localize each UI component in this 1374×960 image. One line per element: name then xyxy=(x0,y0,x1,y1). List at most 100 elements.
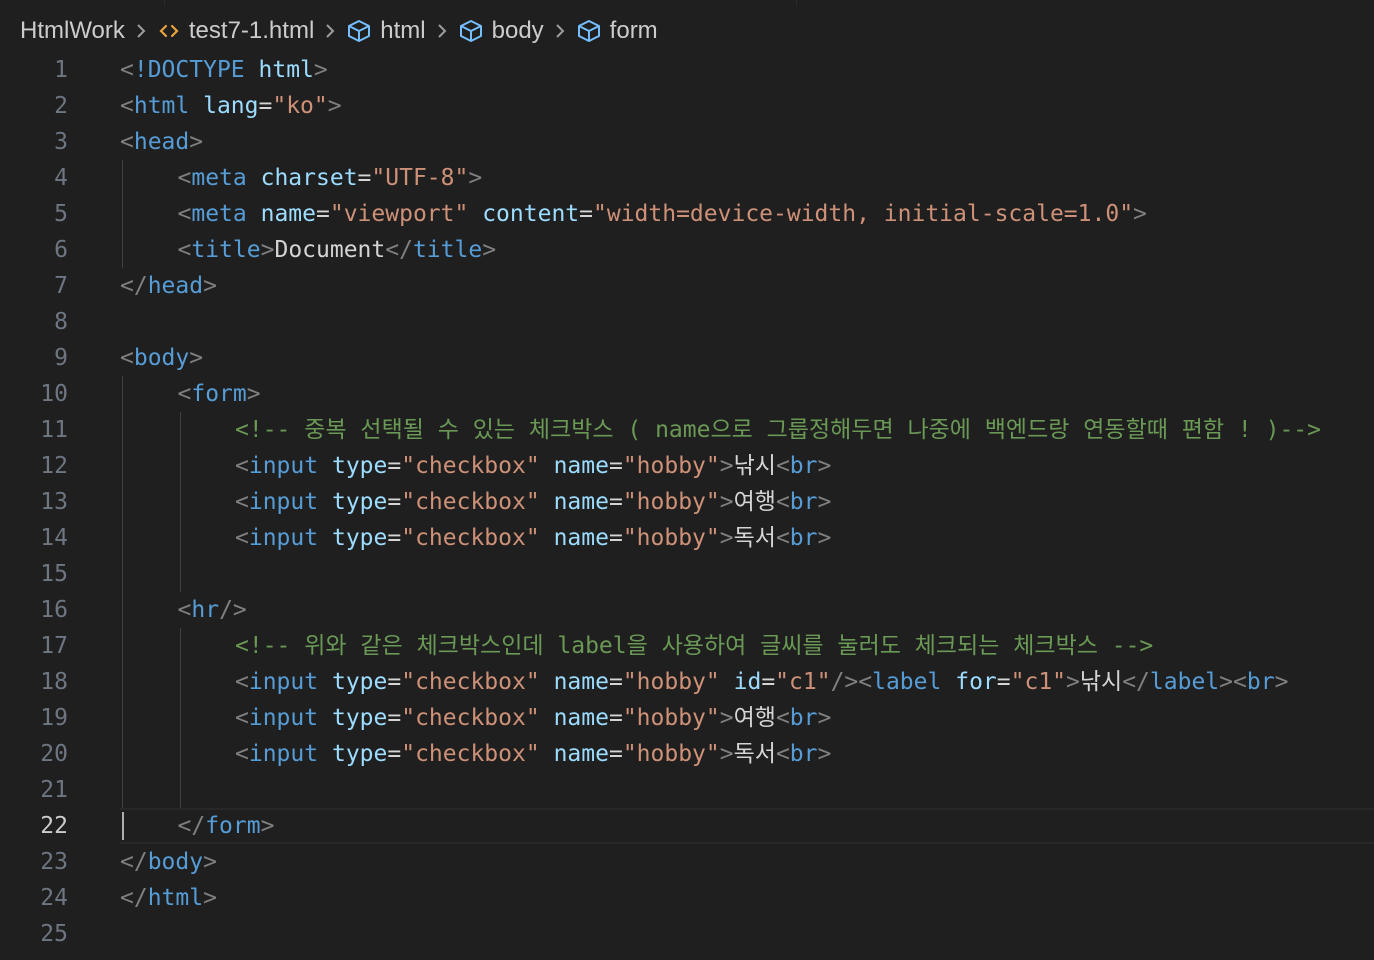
code-token: < xyxy=(235,453,249,479)
breadcrumb-node-label: form xyxy=(609,17,658,44)
code-token: > xyxy=(189,345,204,371)
code-token: br xyxy=(789,741,818,767)
code-token: > xyxy=(203,885,217,911)
code-token: >< xyxy=(1219,669,1247,695)
code-token: html xyxy=(258,57,314,83)
code-line[interactable]: 4 <meta charset="UTF-8"> xyxy=(0,160,1374,196)
code-token: < xyxy=(235,705,249,731)
code-token: > xyxy=(817,489,832,515)
breadcrumb-node-html[interactable]: html xyxy=(346,17,426,45)
code-token: "c1" xyxy=(775,669,831,695)
current-line-highlight xyxy=(120,808,1374,844)
code-token: html xyxy=(147,885,204,911)
code-line[interactable]: 2 <html lang="ko"> xyxy=(0,88,1374,124)
code-line[interactable]: 3 <head> xyxy=(0,124,1374,160)
code-text: </html> xyxy=(120,880,217,916)
code-text: <body> xyxy=(120,340,203,376)
breadcrumb: HtmlWork test7-1.html html body form xyxy=(20,12,658,50)
code-token: name xyxy=(553,669,609,695)
code-token: html xyxy=(133,93,190,119)
code-token: br xyxy=(789,705,818,731)
code-line[interactable]: 6 <title>Document</title> xyxy=(0,232,1374,268)
code-text: <hr/> xyxy=(178,592,247,628)
tab-bar-edge xyxy=(0,0,1374,6)
code-token: = xyxy=(387,453,402,479)
code-token: "hobby" xyxy=(622,741,720,767)
breadcrumb-node-label: html xyxy=(380,17,426,44)
code-line[interactable]: 11 <!-- 중복 선택될 수 있는 체크박스 ( name으로 그룹정해두면 … xyxy=(0,412,1374,448)
code-text: <!DOCTYPE html> xyxy=(120,52,328,88)
line-number: 9 xyxy=(54,345,68,371)
code-token: </ xyxy=(1122,669,1150,695)
code-token: < xyxy=(235,489,249,515)
code-token: < xyxy=(177,201,192,227)
code-token: </ xyxy=(120,849,148,875)
code-line[interactable]: 23 </body> xyxy=(0,844,1374,880)
code-token: < xyxy=(177,597,192,623)
code-line[interactable]: 21 xyxy=(0,772,1374,808)
code-line[interactable]: 22 </form> xyxy=(0,808,1374,844)
code-token: > xyxy=(203,849,217,875)
breadcrumb-file[interactable]: test7-1.html xyxy=(157,17,314,45)
code-token: lang xyxy=(203,93,259,119)
breadcrumb-node-form[interactable]: form xyxy=(576,17,658,45)
code-text: <html lang="ko"> xyxy=(120,88,342,124)
code-token: < xyxy=(177,381,192,407)
code-line[interactable]: 24 </html> xyxy=(0,880,1374,916)
code-token: = xyxy=(387,489,402,515)
code-editor[interactable]: 1 <!DOCTYPE html> 2 <html lang="ko"> 3 <head>… xyxy=(0,52,1374,960)
line-number: 8 xyxy=(54,309,68,335)
element-cube-icon xyxy=(576,19,602,43)
indent-guide xyxy=(122,160,123,268)
code-line[interactable]: 18 <input type="checkbox" name="hobby" id… xyxy=(0,664,1374,700)
code-text: <input type="checkbox" name="hobby">독서<b… xyxy=(235,736,831,772)
code-token: = xyxy=(579,201,593,227)
code-token: <!-- 중복 선택될 수 있는 체크박스 ( name으로 그룹정해두면 나중… xyxy=(235,417,1322,443)
code-token: > xyxy=(719,705,734,731)
code-token: < xyxy=(775,741,790,767)
code-token: charset xyxy=(260,165,358,191)
breadcrumb-node-body[interactable]: body xyxy=(458,17,544,45)
code-token: "hobby" xyxy=(622,705,720,731)
code-line[interactable]: 7 </head> xyxy=(0,268,1374,304)
code-line[interactable]: 10 <form> xyxy=(0,376,1374,412)
code-line[interactable]: 16 <hr/> xyxy=(0,592,1374,628)
tab-divider xyxy=(796,0,797,6)
code-line[interactable]: 17 <!-- 위와 같은 체크박스인데 label을 사용하여 글씨를 눌러도 … xyxy=(0,628,1374,664)
code-line[interactable]: 19 <input type="checkbox" name="hobby">여행… xyxy=(0,700,1374,736)
line-number: 19 xyxy=(40,705,68,731)
code-token: > xyxy=(313,57,328,83)
line-number: 12 xyxy=(40,453,68,479)
line-number: 22 xyxy=(40,813,68,839)
line-number: 2 xyxy=(54,93,68,119)
code-line[interactable]: 9 <body> xyxy=(0,340,1374,376)
code-token: br xyxy=(1246,669,1275,695)
code-line[interactable]: 12 <input type="checkbox" name="hobby">낚시… xyxy=(0,448,1374,484)
code-token: = xyxy=(387,525,402,551)
code-token: br xyxy=(789,453,818,479)
code-token: />< xyxy=(830,669,873,695)
code-token: head xyxy=(147,273,204,299)
code-line[interactable]: 15 xyxy=(0,556,1374,592)
code-line[interactable]: 1 <!DOCTYPE html> xyxy=(0,52,1374,88)
code-token: name xyxy=(553,741,609,767)
code-token: = xyxy=(316,201,330,227)
code-line[interactable]: 13 <input type="checkbox" name="hobby">여행… xyxy=(0,484,1374,520)
code-token: title xyxy=(191,237,261,263)
code-line[interactable]: 14 <input type="checkbox" name="hobby">독서… xyxy=(0,520,1374,556)
breadcrumb-folder[interactable]: HtmlWork xyxy=(20,17,125,45)
code-line[interactable]: 8 xyxy=(0,304,1374,340)
code-text: <input type="checkbox" name="hobby" id="… xyxy=(235,664,1288,700)
code-token: "checkbox" xyxy=(401,453,540,479)
line-number: 20 xyxy=(40,741,68,767)
code-token: < xyxy=(235,669,249,695)
code-line[interactable]: 5 <meta name="viewport" content="width=de… xyxy=(0,196,1374,232)
code-line[interactable]: 25 xyxy=(0,916,1374,952)
line-number: 25 xyxy=(40,921,68,947)
code-line[interactable]: 20 <input type="checkbox" name="hobby">독서… xyxy=(0,736,1374,772)
